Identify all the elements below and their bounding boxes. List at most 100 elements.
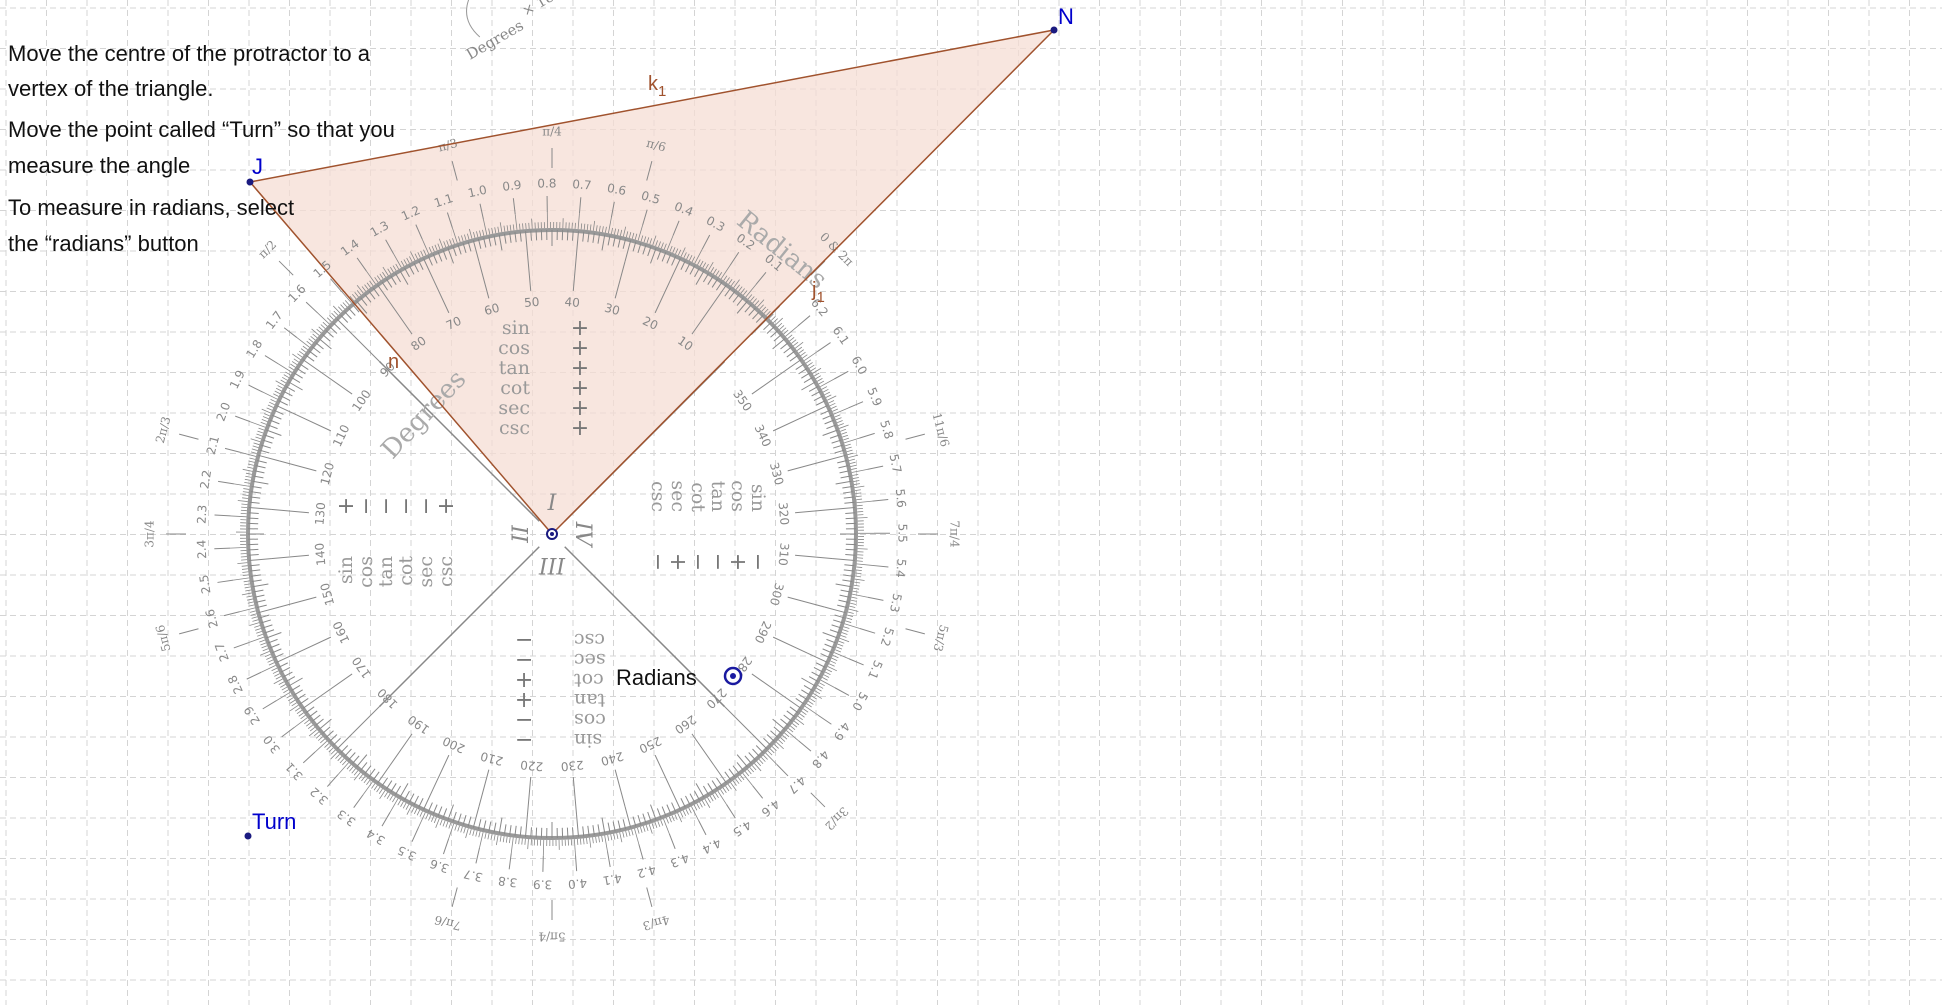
radian-tick bbox=[817, 378, 823, 382]
degree-tick bbox=[249, 558, 272, 561]
point-label-turn: Turn bbox=[252, 809, 296, 834]
radian-tick bbox=[472, 829, 475, 836]
radian-mark-line bbox=[817, 714, 832, 725]
radian-tick bbox=[781, 327, 787, 333]
radian-tick bbox=[573, 839, 576, 856]
degree-mark-line bbox=[478, 769, 490, 807]
degree-tick bbox=[601, 817, 606, 834]
degree-label: 340 bbox=[752, 422, 774, 449]
radian-tick bbox=[241, 568, 249, 570]
radian-label: 2.5 bbox=[197, 574, 214, 595]
radian-tick bbox=[499, 835, 502, 842]
radian-label: 4.7 bbox=[785, 773, 808, 796]
radian-tick bbox=[843, 626, 850, 629]
radian-tick bbox=[294, 707, 301, 712]
radian-tick bbox=[237, 500, 248, 502]
radian-tick bbox=[475, 830, 478, 837]
radian-label: 1.7 bbox=[263, 308, 286, 332]
radian-label: 4.3 bbox=[668, 850, 691, 870]
radian-tick bbox=[699, 801, 703, 808]
degree-tick bbox=[322, 726, 331, 734]
radian-tick bbox=[810, 367, 817, 372]
degree-mark-line bbox=[654, 754, 672, 790]
degree-tick bbox=[252, 480, 269, 485]
degree-tick bbox=[283, 390, 293, 397]
radian-mark-line bbox=[508, 853, 512, 870]
radian-tick bbox=[518, 838, 520, 845]
radian-tick bbox=[339, 758, 345, 764]
special-angle-label: 7π/6 bbox=[433, 913, 463, 934]
radian-tick bbox=[837, 643, 844, 647]
radian-tick bbox=[256, 630, 263, 634]
radian-tick bbox=[833, 652, 850, 660]
degree-tick bbox=[572, 230, 574, 241]
degree-tick bbox=[381, 777, 389, 787]
radian-tick bbox=[829, 402, 836, 407]
radian-tick bbox=[856, 566, 863, 568]
radian-tick bbox=[233, 483, 250, 487]
radian-tick bbox=[850, 599, 857, 602]
radian-tick bbox=[640, 826, 643, 833]
trig-function-label: csc bbox=[647, 481, 669, 512]
degree-tick bbox=[801, 689, 811, 696]
degree-tick bbox=[271, 414, 282, 420]
radian-tick bbox=[809, 698, 816, 703]
special-angle-label: 7π/4 bbox=[948, 520, 962, 548]
degree-mark-line bbox=[271, 508, 309, 514]
radian-tick bbox=[751, 765, 757, 771]
radian-tick bbox=[846, 617, 853, 620]
radian-tick bbox=[714, 792, 719, 799]
radian-tick bbox=[413, 808, 418, 815]
point-N[interactable] bbox=[1050, 26, 1058, 34]
radian-tick bbox=[322, 321, 328, 327]
radian-tick bbox=[230, 515, 247, 518]
radian-label: 3.8 bbox=[497, 874, 518, 890]
conversion-to-degrees: × 180/π bbox=[520, 0, 577, 20]
radian-tick bbox=[613, 833, 616, 840]
radian-tick bbox=[798, 349, 804, 354]
radian-tick bbox=[244, 586, 251, 589]
degree-tick bbox=[280, 667, 291, 673]
degree-mark-line bbox=[320, 673, 353, 697]
degree-label: 330 bbox=[767, 461, 786, 487]
radian-tick bbox=[709, 795, 714, 802]
radian-label: 3.3 bbox=[335, 807, 359, 830]
radian-tick bbox=[261, 645, 268, 649]
degree-mark-line bbox=[787, 596, 825, 608]
radian-tick bbox=[316, 328, 322, 334]
special-angle-label: π/2 bbox=[256, 238, 280, 262]
radian-tick bbox=[241, 503, 248, 506]
radian-tick bbox=[851, 468, 868, 473]
degree-tick bbox=[702, 785, 710, 795]
radian-tick bbox=[242, 497, 249, 499]
radian-mark-line bbox=[475, 847, 481, 864]
radian-tick bbox=[337, 306, 343, 312]
radian-tick bbox=[851, 467, 858, 470]
instruction-3b: the “radians” button bbox=[8, 231, 199, 256]
radian-tick bbox=[855, 575, 862, 578]
degree-tick bbox=[248, 554, 259, 556]
radian-tick bbox=[269, 401, 275, 406]
radian-tick bbox=[835, 649, 841, 653]
radian-tick bbox=[283, 374, 290, 379]
geogebra-canvas[interactable]: 1020304050607080901001101201301401501601… bbox=[0, 0, 1942, 1005]
degree-tick bbox=[315, 342, 324, 350]
radian-label: 5.8 bbox=[877, 418, 896, 440]
radian-mark-line bbox=[668, 833, 676, 849]
degree-mark-line bbox=[352, 706, 380, 734]
point-J[interactable] bbox=[246, 178, 254, 186]
radian-tick bbox=[478, 831, 481, 838]
point-turn[interactable] bbox=[244, 832, 252, 840]
radian-tick bbox=[237, 562, 248, 564]
radian-tick bbox=[856, 500, 873, 504]
radian-tick bbox=[853, 480, 860, 482]
radian-tick bbox=[598, 836, 600, 843]
radians-checkbox-label[interactable]: Radians bbox=[616, 665, 697, 690]
degree-tick bbox=[266, 429, 282, 436]
radian-tick bbox=[389, 798, 399, 813]
radian-tick bbox=[243, 488, 250, 490]
degree-tick bbox=[732, 765, 740, 774]
degree-tick bbox=[816, 662, 826, 668]
radian-tick bbox=[779, 325, 785, 330]
radian-tick bbox=[487, 833, 490, 840]
